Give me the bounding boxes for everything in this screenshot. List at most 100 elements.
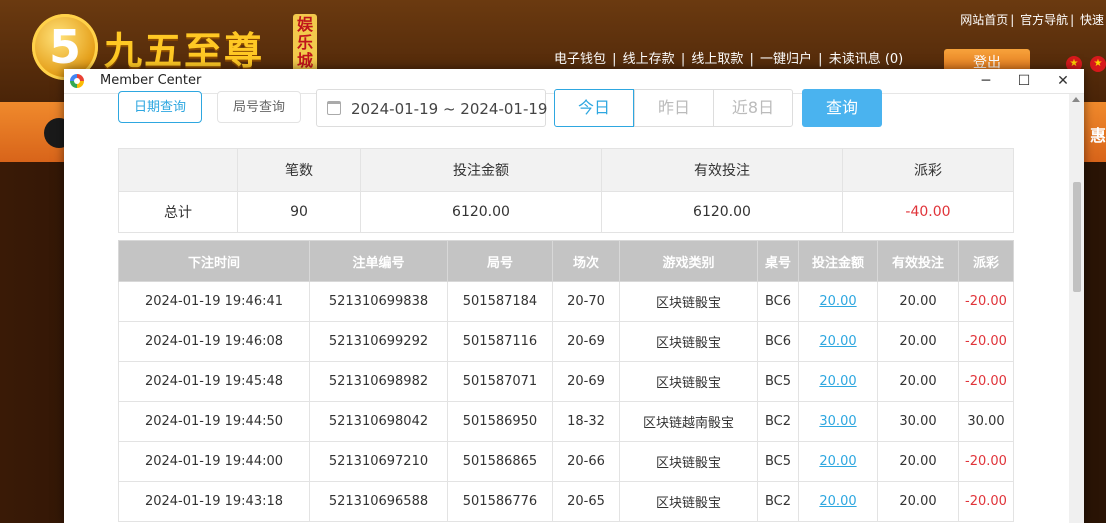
cell-round: 501586865 xyxy=(447,441,553,482)
cell-game: 区块链越南骰宝 xyxy=(619,401,758,442)
nav-deposit[interactable]: 线上存款 xyxy=(623,52,675,67)
top-links: 网站首页 | 官方导航 | 快速 xyxy=(960,13,1104,27)
cell-table: BC2 xyxy=(757,401,799,442)
top-link-home[interactable]: 网站首页 xyxy=(960,13,1008,27)
window-title: Member Center xyxy=(100,73,202,88)
col-header-payout: 派彩 xyxy=(958,240,1014,282)
nav-promo[interactable]: 惠 xyxy=(1090,122,1106,146)
summary-header: 有效投注 xyxy=(601,148,843,192)
cell-table: BC6 xyxy=(757,321,799,362)
date-range-value: 2024-01-19 ~ 2024-01-19 xyxy=(351,100,548,118)
cell-payout: 30.00 xyxy=(958,401,1014,442)
summary-valid: 6120.00 xyxy=(601,191,843,233)
site-logo-tag: 娱乐城 xyxy=(293,14,317,72)
summary-header-row: 笔数 投注金额 有效投注 派彩 xyxy=(118,148,1014,192)
cell-game: 区块链骰宝 xyxy=(619,281,758,322)
cell-game: 区块链骰宝 xyxy=(619,441,758,482)
bet-amount-link[interactable]: 20.00 xyxy=(819,294,856,309)
summary-label: 总计 xyxy=(118,191,238,233)
cell-payout: -20.00 xyxy=(958,361,1014,402)
maximize-icon[interactable]: ☐ xyxy=(1005,69,1043,93)
scroll-thumb[interactable] xyxy=(1073,182,1081,292)
nav-wallet[interactable]: 电子钱包 xyxy=(554,52,606,67)
cell-table: BC5 xyxy=(757,441,799,482)
cell-payout: -20.00 xyxy=(958,481,1014,522)
cell-ticket: 521310699292 xyxy=(309,321,448,362)
cell-ticket: 521310696588 xyxy=(309,481,448,522)
summary-header: 投注金额 xyxy=(360,148,602,192)
col-header-session: 场次 xyxy=(552,240,620,282)
cell-game: 区块链骰宝 xyxy=(619,361,758,402)
nav-messages[interactable]: 未读讯息 (0) xyxy=(829,52,904,67)
query-button[interactable]: 查询 xyxy=(802,89,882,127)
summary-count: 90 xyxy=(237,191,361,233)
flag-vn-icon[interactable]: ★ xyxy=(1090,56,1106,72)
bet-amount-link[interactable]: 20.00 xyxy=(819,494,856,509)
date-range-input[interactable]: 2024-01-19 ~ 2024-01-19 xyxy=(316,89,548,127)
cell-session: 20-69 xyxy=(552,321,620,362)
cell-payout: -20.00 xyxy=(958,321,1014,362)
nav-withdraw[interactable]: 线上取款 xyxy=(691,52,743,67)
cell-session: 20-69 xyxy=(552,361,620,402)
bet-amount-link[interactable]: 30.00 xyxy=(819,414,856,429)
scroll-up-icon[interactable] xyxy=(1072,97,1080,102)
close-icon[interactable]: ✕ xyxy=(1044,69,1082,93)
table-row: 2024-01-19 19:43:18 521310696588 5015867… xyxy=(118,481,1014,522)
cell-session: 18-32 xyxy=(552,401,620,442)
cell-session: 20-65 xyxy=(552,481,620,522)
cell-table: BC5 xyxy=(757,361,799,402)
col-header-game: 游戏类别 xyxy=(619,240,758,282)
cell-valid: 20.00 xyxy=(877,281,959,322)
yesterday-button[interactable]: 昨日 xyxy=(634,89,714,127)
bet-amount-link[interactable]: 20.00 xyxy=(819,334,856,349)
cell-valid: 20.00 xyxy=(877,361,959,402)
cell-ticket: 521310698042 xyxy=(309,401,448,442)
summary-header: 派彩 xyxy=(842,148,1014,192)
table-row: 2024-01-19 19:45:48 521310698982 5015870… xyxy=(118,361,1014,402)
bet-amount-link[interactable]: 20.00 xyxy=(819,374,856,389)
cell-round: 501587071 xyxy=(447,361,553,402)
summary-header xyxy=(118,148,238,192)
minimize-icon[interactable]: ─ xyxy=(967,69,1005,93)
cell-session: 20-70 xyxy=(552,281,620,322)
table-row: 2024-01-19 19:46:41 521310699838 5015871… xyxy=(118,281,1014,322)
col-header-table: 桌号 xyxy=(757,240,799,282)
detail-header-row: 下注时间 注单编号 局号 场次 游戏类别 桌号 投注金额 有效投注 派彩 xyxy=(118,240,1014,282)
today-button[interactable]: 今日 xyxy=(554,89,634,127)
summary-payout: -40.00 xyxy=(842,191,1014,233)
site-logo-text: 九五至尊 xyxy=(104,28,265,73)
account-nav: 电子钱包 | 线上存款 | 线上取款 | 一键归户 | 未读讯息 (0) xyxy=(554,52,904,67)
cell-payout: -20.00 xyxy=(958,441,1014,482)
top-link-nav[interactable]: 官方导航 xyxy=(1020,13,1068,27)
browser-app-icon xyxy=(70,74,84,88)
summary-total-row: 总计 90 6120.00 6120.00 -40.00 xyxy=(118,191,1014,233)
top-link-quick[interactable]: 快速 xyxy=(1080,13,1104,27)
summary-header: 笔数 xyxy=(237,148,361,192)
vertical-scrollbar[interactable] xyxy=(1069,94,1084,523)
tab-round-query[interactable]: 局号查询 xyxy=(217,91,301,123)
cell-round: 501587184 xyxy=(447,281,553,322)
cell-valid: 30.00 xyxy=(877,401,959,442)
cell-ticket: 521310698982 xyxy=(309,361,448,402)
cell-game: 区块链骰宝 xyxy=(619,321,758,362)
tab-date-query[interactable]: 日期查询 xyxy=(118,91,202,123)
cell-round: 501586950 xyxy=(447,401,553,442)
cell-time: 2024-01-19 19:43:18 xyxy=(118,481,310,522)
summary-table: 笔数 投注金额 有效投注 派彩 总计 90 6120.00 6120.00 -4… xyxy=(118,148,1014,233)
cell-valid: 20.00 xyxy=(877,481,959,522)
cell-round: 501587116 xyxy=(447,321,553,362)
cell-ticket: 521310697210 xyxy=(309,441,448,482)
table-row: 2024-01-19 19:46:08 521310699292 5015871… xyxy=(118,321,1014,362)
cell-round: 501586776 xyxy=(447,481,553,522)
bet-amount-link[interactable]: 20.00 xyxy=(819,454,856,469)
cell-time: 2024-01-19 19:46:41 xyxy=(118,281,310,322)
cell-payout: -20.00 xyxy=(958,281,1014,322)
cell-ticket: 521310699838 xyxy=(309,281,448,322)
last-8-days-button[interactable]: 近8日 xyxy=(713,89,793,127)
cell-game: 区块链骰宝 xyxy=(619,481,758,522)
nav-one-click[interactable]: 一键归户 xyxy=(760,52,812,67)
summary-bet: 6120.00 xyxy=(360,191,602,233)
table-row: 2024-01-19 19:44:00 521310697210 5015868… xyxy=(118,441,1014,482)
col-header-valid: 有效投注 xyxy=(877,240,959,282)
cell-table: BC2 xyxy=(757,481,799,522)
